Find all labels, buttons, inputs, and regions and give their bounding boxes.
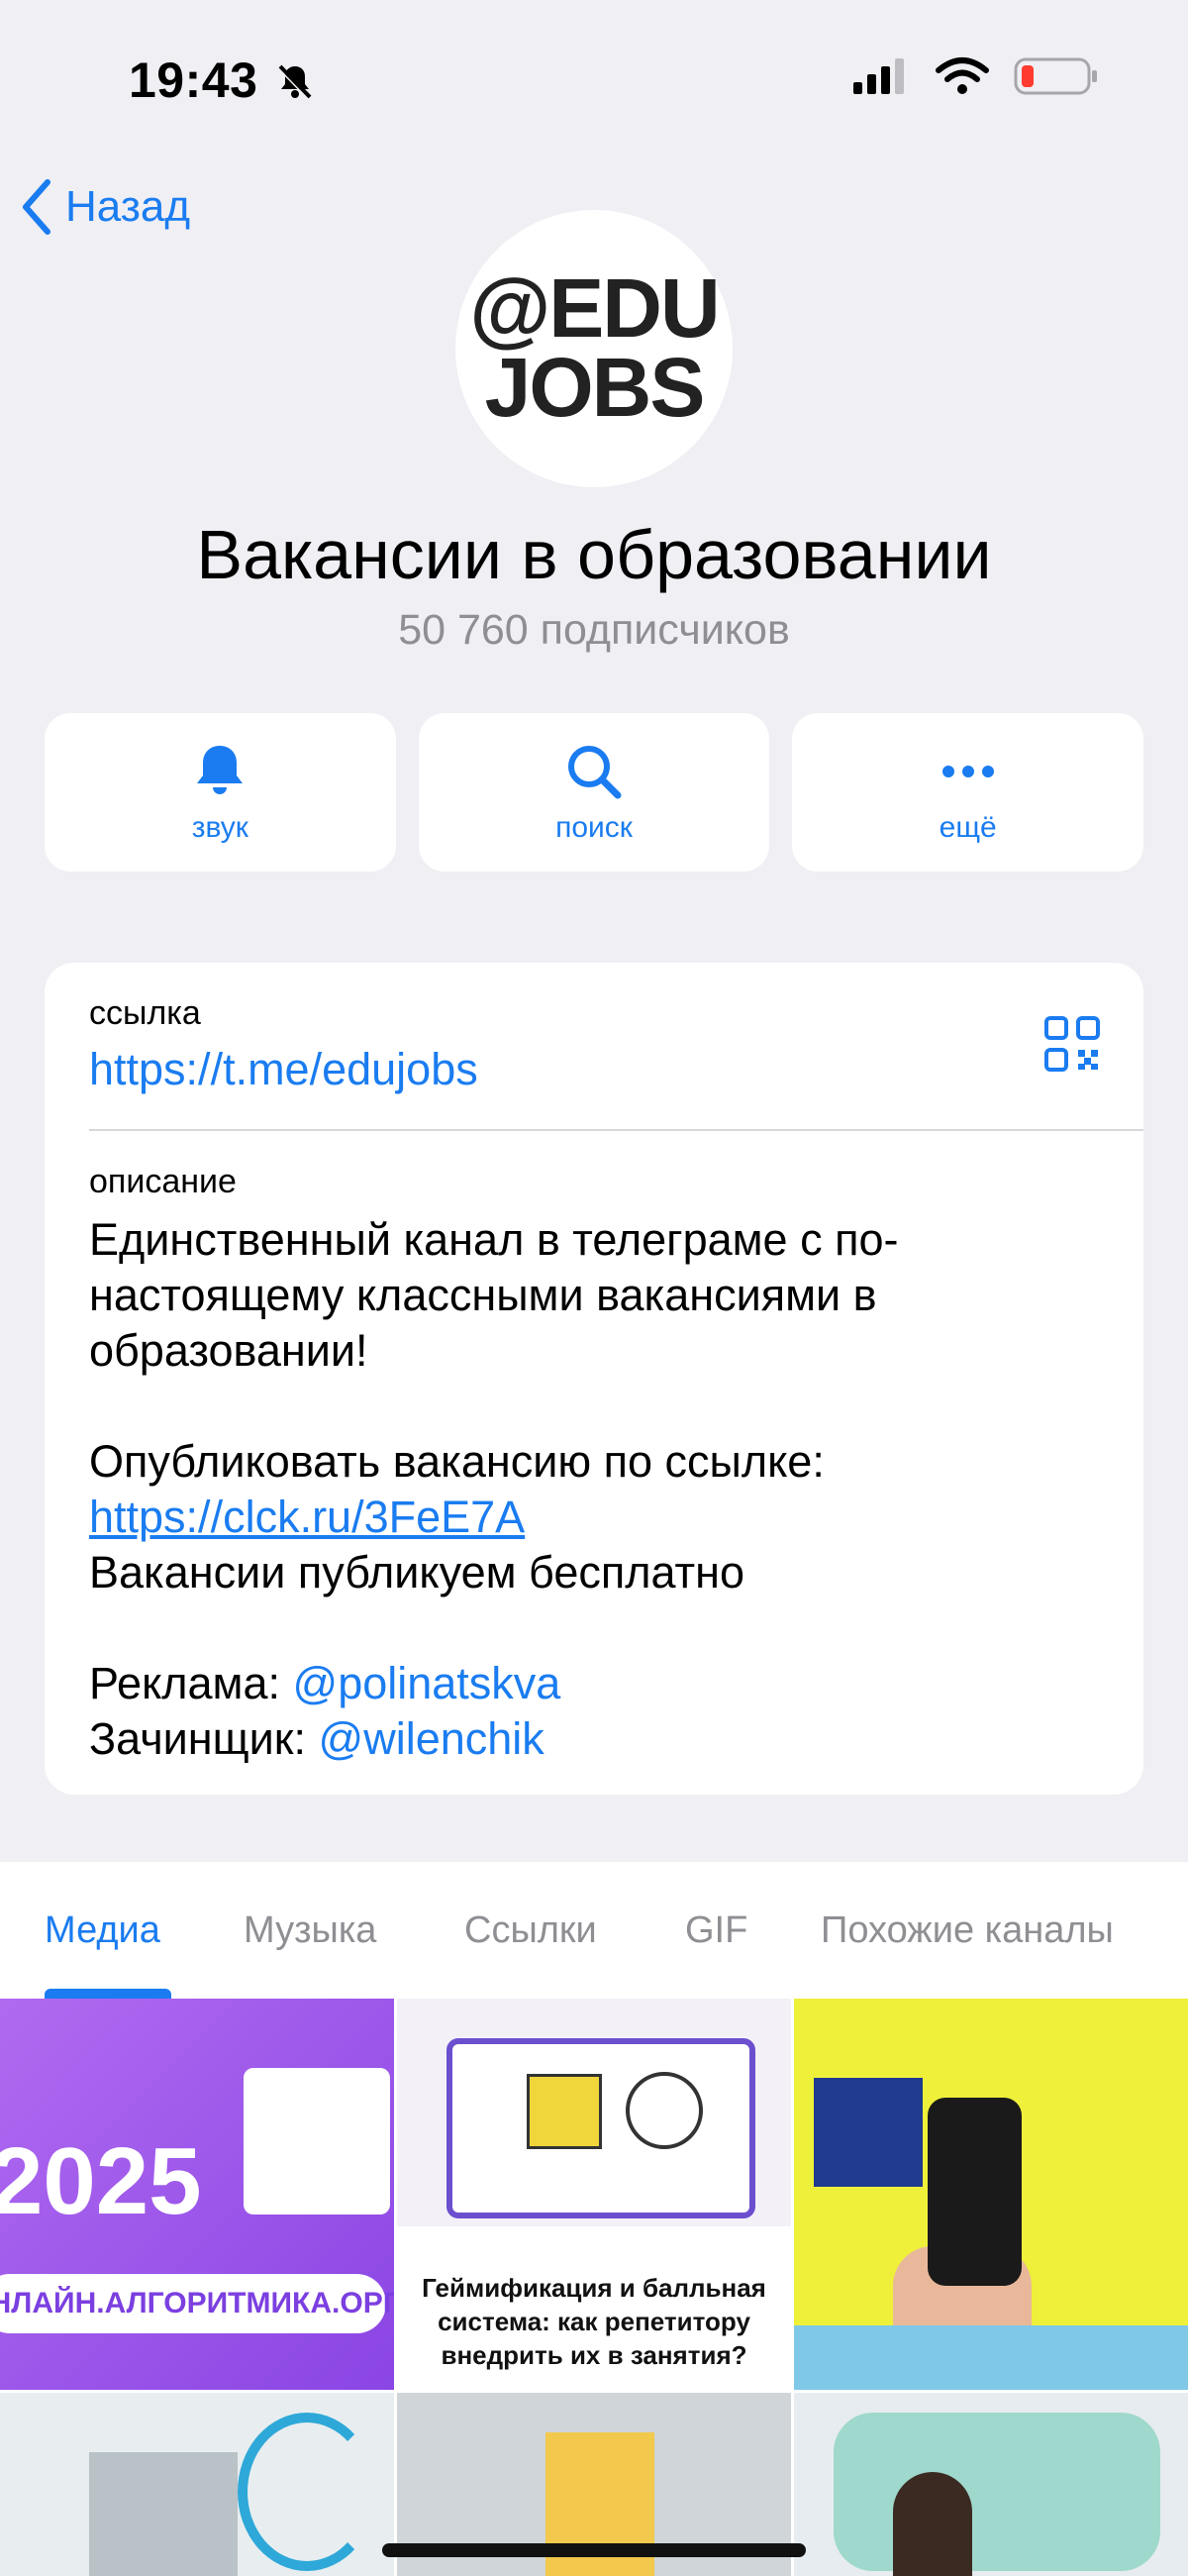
mute-bell-icon bbox=[275, 61, 315, 106]
publish-line: Опубликовать вакансию по ссылке: https:/… bbox=[89, 1434, 1089, 1545]
more-button[interactable]: ещё bbox=[792, 713, 1144, 872]
info-card: ссылка https://t.me/edujobs описание Еди… bbox=[45, 963, 1143, 1795]
ads-prefix: Реклама: bbox=[89, 1658, 293, 1708]
tab-media[interactable]: Медиа bbox=[45, 1909, 160, 1952]
map-image bbox=[834, 2413, 1160, 2571]
search-button[interactable]: поиск bbox=[418, 713, 770, 872]
thumbnail-site: ОНЛАЙН.АЛГОРИТМИКА.ОРГ bbox=[0, 2274, 394, 2333]
description-text: Единственный канал в телеграме с по-наст… bbox=[89, 1214, 899, 1376]
search-label: поиск bbox=[555, 811, 633, 844]
background-shape bbox=[794, 2325, 1188, 2390]
bell-icon bbox=[197, 746, 244, 794]
divider bbox=[89, 1129, 1143, 1131]
status-icons bbox=[851, 55, 1099, 97]
link-caption: ссылка bbox=[89, 994, 201, 1032]
home-indicator bbox=[382, 2543, 806, 2557]
channel-avatar[interactable]: @EDU JOBS bbox=[455, 210, 733, 487]
cellular-signal-icon bbox=[853, 58, 904, 94]
laptop-illustration bbox=[397, 1999, 791, 2226]
sound-label: звук bbox=[191, 811, 248, 844]
channel-link[interactable]: https://t.me/edujobs bbox=[89, 1044, 478, 1095]
thumbnail-year: 2025 bbox=[0, 2128, 202, 2234]
person-image bbox=[893, 2472, 972, 2576]
qr-image bbox=[244, 2068, 390, 2215]
media-grid: 2025 ОНЛАЙН.АЛГОРИТМИКА.ОРГ Геймификация… bbox=[0, 1999, 1188, 2576]
status-time: 19:43 bbox=[129, 52, 258, 108]
media-thumbnail[interactable] bbox=[0, 2393, 394, 2576]
media-thumbnail[interactable] bbox=[794, 2393, 1188, 2576]
media-thumbnail[interactable] bbox=[794, 1999, 1188, 2390]
ads-line: Реклама: @polinatskva bbox=[89, 1656, 1089, 1711]
more-label: ещё bbox=[939, 811, 997, 844]
publish-link[interactable]: https://clck.ru/3FeE7A bbox=[89, 1492, 525, 1542]
door-image bbox=[89, 2452, 238, 2576]
founder-line: Зачинщик: @wilenchik bbox=[89, 1711, 1089, 1767]
media-thumbnail[interactable]: 2025 ОНЛАЙН.АЛГОРИТМИКА.ОРГ bbox=[0, 1999, 394, 2390]
chevron-left-icon bbox=[23, 179, 50, 235]
back-label: Назад bbox=[65, 182, 191, 231]
publish-prefix: Опубликовать вакансию по ссылке: bbox=[89, 1436, 825, 1487]
channel-description: Единственный канал в телеграме с по-наст… bbox=[89, 1212, 1089, 1767]
back-button[interactable]: Назад bbox=[20, 178, 190, 236]
thumbnail-caption: Геймификация и балльная система: как реп… bbox=[422, 2273, 766, 2370]
tab-links[interactable]: Ссылки bbox=[464, 1909, 597, 1952]
description-caption: описание bbox=[89, 1163, 237, 1200]
action-buttons: звук поиск ещё bbox=[45, 713, 1144, 872]
ads-mention[interactable]: @polinatskva bbox=[293, 1658, 561, 1708]
subscriber-count: 50 760 подписчиков bbox=[398, 606, 790, 654]
sound-button[interactable]: звук bbox=[45, 713, 396, 872]
founder-prefix: Зачинщик: bbox=[89, 1713, 319, 1764]
qr-code-icon bbox=[1044, 1016, 1100, 1072]
more-icon bbox=[941, 766, 994, 777]
search-icon bbox=[568, 746, 622, 799]
wifi-icon bbox=[936, 57, 989, 94]
active-tab-indicator bbox=[45, 1989, 171, 1999]
phone-image bbox=[928, 2098, 1022, 2286]
free-text: Вакансии публикуем бесплатно bbox=[89, 1547, 744, 1597]
tab-gif[interactable]: GIF bbox=[685, 1909, 747, 1952]
wave-shape bbox=[238, 2413, 376, 2571]
avatar-line2: JOBS bbox=[484, 341, 706, 434]
channel-title: Вакансии в образовании bbox=[196, 516, 992, 593]
media-thumbnail[interactable]: Геймификация и балльная система: как реп… bbox=[397, 1999, 791, 2390]
tab-music[interactable]: Музыка bbox=[244, 1909, 376, 1952]
qr-image bbox=[814, 2078, 923, 2187]
tab-similar-channels[interactable]: Похожие каналы bbox=[821, 1909, 1114, 1952]
founder-mention[interactable]: @wilenchik bbox=[319, 1713, 544, 1764]
media-tabs: Медиа Музыка Ссылки GIF Похожие каналы bbox=[0, 1862, 1188, 2000]
qr-code-button[interactable] bbox=[1042, 1014, 1102, 1074]
battery-low-icon bbox=[1014, 57, 1097, 95]
avatar-line1: @EDU bbox=[469, 261, 720, 356]
